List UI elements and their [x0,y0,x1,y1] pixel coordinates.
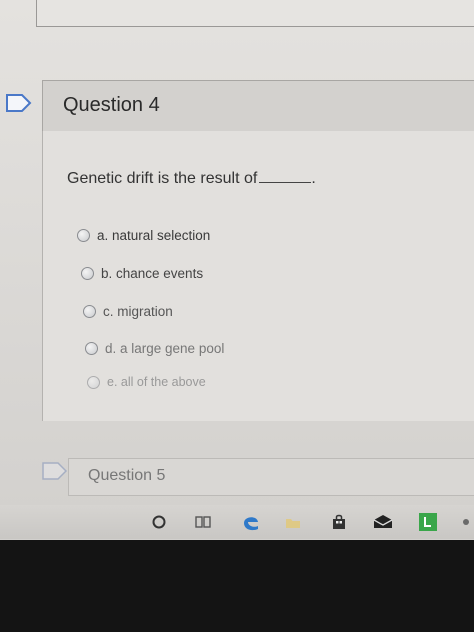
option-c[interactable]: c. migration [83,304,173,319]
edge-icon[interactable] [240,511,262,533]
radio-button[interactable] [87,375,100,389]
taskbar [0,505,474,539]
previous-question-box [36,0,474,27]
option-label: a. natural selection [97,228,211,243]
answer-options: a. natural selection b. chance events c.… [43,131,474,421]
monitor-bezel [0,540,474,632]
task-view-icon[interactable] [194,513,212,531]
system-tray-icon[interactable] [458,513,474,531]
option-b[interactable]: b. chance events [81,266,203,281]
option-label: d. a large gene pool [105,341,225,356]
flag-question-icon[interactable] [4,92,34,114]
option-e[interactable]: e. all of the above [87,375,206,389]
option-d[interactable]: d. a large gene pool [85,341,224,356]
question-5-header: Question 5 [68,458,474,496]
radio-button[interactable] [77,229,90,242]
question-title: Question 5 [88,467,166,484]
option-label: b. chance events [101,266,204,281]
radio-button[interactable] [81,267,94,280]
mail-icon[interactable] [372,513,394,531]
option-label: e. all of the above [107,375,206,389]
flag-question-icon[interactable] [40,460,70,482]
store-icon[interactable] [330,513,348,531]
browser-screen: Question 4 Genetic drift is the result o… [0,0,474,540]
question-4-body: Genetic drift is the result of. a. natur… [42,131,474,421]
option-a[interactable]: a. natural selection [77,228,210,243]
question-4-header: Question 4 [42,80,474,132]
radio-button[interactable] [83,305,96,318]
cortana-circle-icon[interactable] [150,513,168,531]
file-explorer-icon[interactable] [284,513,302,531]
option-label: c. migration [103,304,173,319]
question-title: Question 4 [63,94,160,116]
radio-button[interactable] [85,342,98,355]
launcher-icon[interactable] [418,512,438,532]
